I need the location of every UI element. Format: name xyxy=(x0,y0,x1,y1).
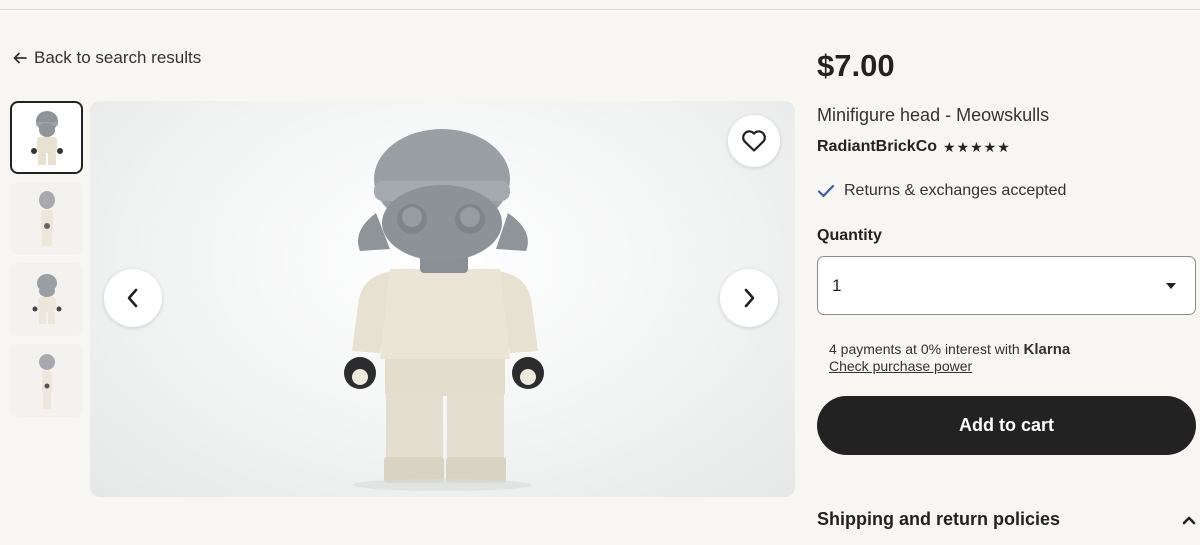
quantity-label: Quantity xyxy=(817,227,882,244)
arrow-left-icon xyxy=(13,52,27,64)
thumbnail-4[interactable] xyxy=(10,344,83,417)
checkmark-icon xyxy=(817,184,835,198)
minifigure-side-thumbnail-image xyxy=(38,190,55,246)
back-to-search-link[interactable]: Back to search results xyxy=(12,48,201,68)
quantity-select[interactable]: 1 xyxy=(817,256,1196,315)
klarna-logo: Klarna xyxy=(1023,341,1071,358)
shop-row: RadiantBrickCo ★★★★★ xyxy=(817,138,1011,156)
klarna-text: 4 payments at 0% interest with xyxy=(829,341,1020,357)
minifigure-profile-thumbnail-image xyxy=(38,353,55,409)
thumbnail-2[interactable] xyxy=(10,182,83,255)
returns-text: Returns & exchanges accepted xyxy=(844,182,1067,199)
caret-down-icon xyxy=(1166,282,1176,289)
add-to-cart-button[interactable]: Add to cart xyxy=(817,396,1196,455)
thumbnail-list xyxy=(10,101,84,425)
heart-icon xyxy=(742,130,766,152)
next-image-button[interactable] xyxy=(720,269,778,327)
shop-name-link[interactable]: RadiantBrickCo xyxy=(817,138,937,156)
back-link-label: Back to search results xyxy=(34,48,202,67)
chevron-up-icon xyxy=(1182,516,1196,524)
rating-stars: ★★★★★ xyxy=(943,138,1011,155)
shipping-policies-toggle[interactable]: Shipping and return policies xyxy=(817,509,1196,530)
minifigure-thumbnail-image xyxy=(30,110,63,165)
thumbnail-3[interactable] xyxy=(10,263,83,336)
main-product-image[interactable] xyxy=(90,101,795,497)
klarna-info: 4 payments at 0% interest with Klarna Ch… xyxy=(829,341,1070,375)
quantity-value: 1 xyxy=(832,275,842,295)
shipping-policies-label: Shipping and return policies xyxy=(817,509,1061,529)
favorite-button[interactable] xyxy=(728,115,780,167)
price: $7.00 xyxy=(817,48,895,83)
minifigure-back-thumbnail-image xyxy=(32,273,61,324)
returns-info: Returns & exchanges accepted xyxy=(817,182,1066,200)
listing-title: Minifigure head - Meowskulls xyxy=(817,105,1050,125)
chevron-right-icon xyxy=(744,288,755,308)
previous-image-button[interactable] xyxy=(104,269,162,327)
chevron-left-icon xyxy=(127,288,138,308)
thumbnail-1[interactable] xyxy=(10,101,83,174)
check-purchase-power-link[interactable]: Check purchase power xyxy=(829,358,1070,375)
minifigure-image xyxy=(344,129,544,491)
top-divider xyxy=(0,9,1200,10)
